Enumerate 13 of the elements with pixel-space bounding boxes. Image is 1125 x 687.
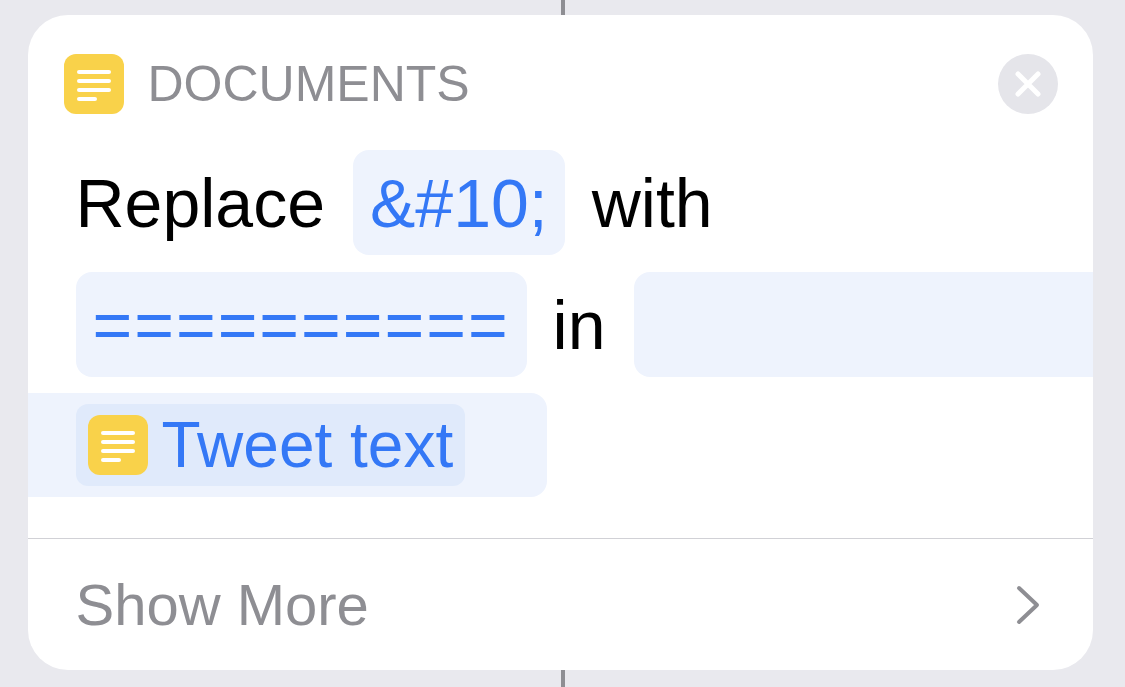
category-label: DOCUMENTS (147, 59, 470, 109)
document-icon (87, 415, 148, 475)
replacement-field[interactable]: ========== (75, 272, 527, 377)
find-field[interactable]: &#10; (353, 150, 565, 255)
action-verb: Replace (75, 163, 325, 243)
connector-text: in (552, 285, 606, 365)
variable-token[interactable]: Tweet text (75, 404, 466, 486)
input-field[interactable]: Tweet text (27, 393, 547, 497)
connector-text: with (591, 163, 713, 243)
document-icon (63, 54, 124, 114)
chevron-right-icon (1014, 583, 1041, 626)
show-more-row[interactable]: Show More (27, 539, 1093, 670)
close-icon (1014, 71, 1041, 97)
